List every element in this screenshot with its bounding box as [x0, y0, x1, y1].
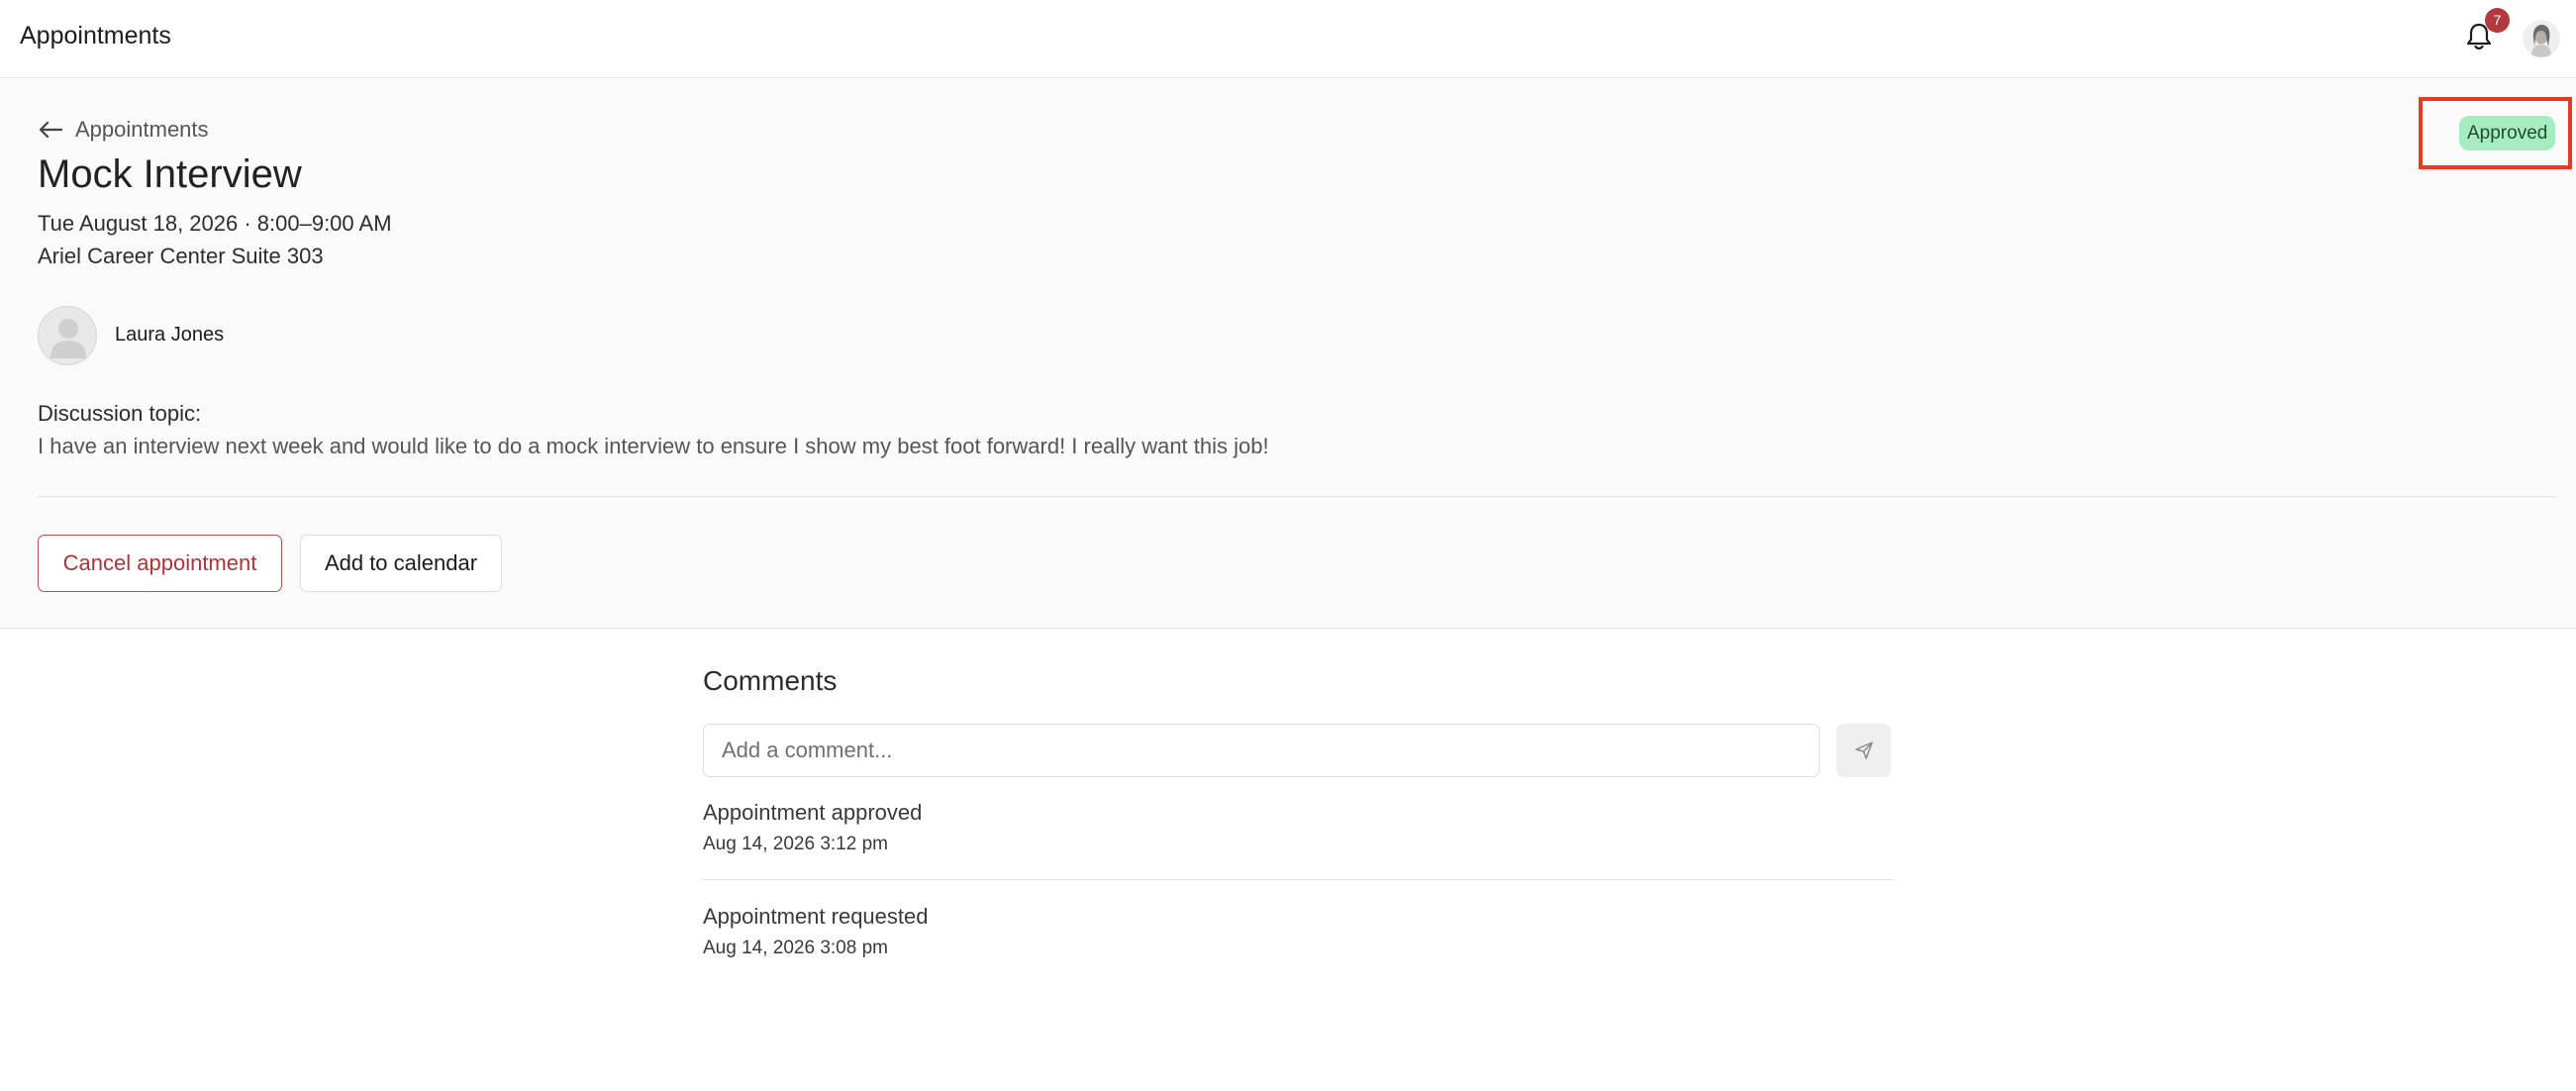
- activity-title: Appointment requested: [703, 904, 929, 929]
- send-icon: [1854, 742, 1873, 759]
- comment-input[interactable]: [703, 724, 1820, 777]
- discussion-topic-text: I have an interview next week and would …: [38, 434, 1269, 458]
- activity-item: Appointment requested Aug 14, 2026 3:08 …: [703, 904, 1894, 959]
- divider: [703, 879, 1894, 880]
- divider: [38, 496, 2556, 497]
- comments-heading: Comments: [703, 665, 838, 696]
- activity-title: Appointment approved: [703, 800, 923, 825]
- appointment-location: Ariel Career Center Suite 303: [38, 244, 324, 268]
- user-avatar[interactable]: [2523, 20, 2560, 57]
- arrow-left-icon: [39, 121, 63, 139]
- add-to-calendar-button[interactable]: Add to calendar: [300, 535, 502, 592]
- top-bar: Appointments 7: [0, 0, 2576, 78]
- notification-count-badge: 7: [2485, 8, 2510, 33]
- person-placeholder-icon: [38, 306, 97, 365]
- appointment-datetime: Tue August 18, 2026 · 8:00–9:00 AM: [38, 211, 392, 236]
- back-link-label: Appointments: [75, 117, 209, 142]
- status-highlight-box: [2419, 97, 2572, 169]
- cancel-appointment-button[interactable]: Cancel appointment: [38, 535, 282, 592]
- appointment-detail-panel: Appointments Approved Mock Interview Tue…: [0, 79, 2576, 629]
- discussion-topic-label: Discussion topic:: [38, 401, 202, 426]
- advisor-name: Laura Jones: [115, 324, 225, 346]
- send-comment-button[interactable]: [1836, 724, 1891, 777]
- page-title: Mock Interview: [38, 152, 302, 196]
- activity-item: Appointment approved Aug 14, 2026 3:12 p…: [703, 800, 1894, 855]
- back-to-appointments-link[interactable]: Appointments: [38, 117, 209, 143]
- activity-timestamp: Aug 14, 2026 3:08 pm: [703, 938, 888, 958]
- app-title: Appointments: [20, 22, 171, 50]
- activity-timestamp: Aug 14, 2026 3:12 pm: [703, 834, 888, 854]
